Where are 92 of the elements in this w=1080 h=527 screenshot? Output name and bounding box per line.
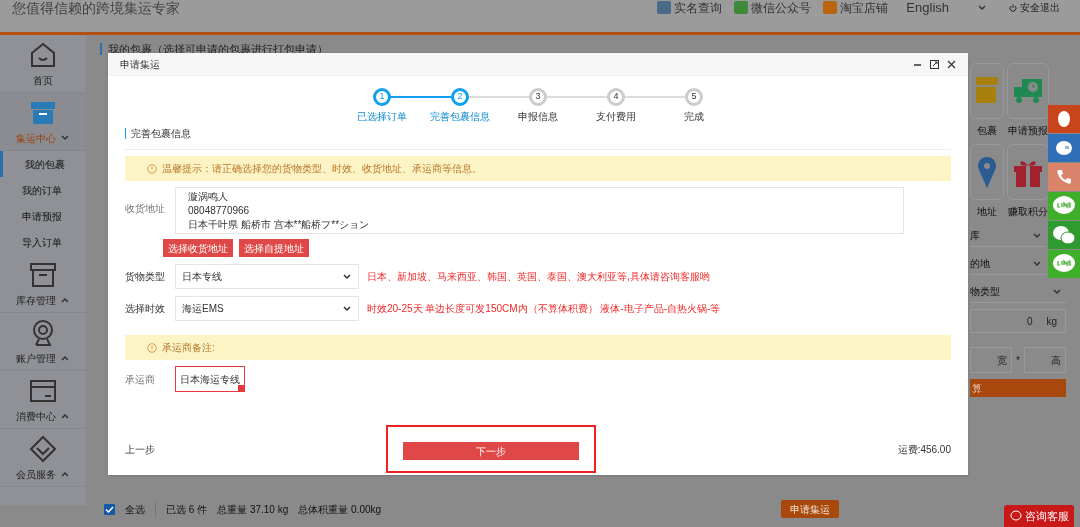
contact-button[interactable] <box>1048 221 1080 249</box>
next-button[interactable]: 下一步 <box>403 442 580 460</box>
step-label: 支付费用 <box>596 110 636 124</box>
select-field[interactable]: 库 <box>970 225 1046 247</box>
submenu-item[interactable]: 我的订单 <box>0 177 86 203</box>
apply-button[interactable]: 申请集运 <box>781 500 840 518</box>
header-link[interactable]: 实名查询 <box>657 0 723 17</box>
chevron-down-icon <box>342 271 352 282</box>
section-title: 完善包裹信息 <box>125 128 191 139</box>
field-note: 时效20-25天 单边长度可发150CM内（不算体积费） 液体-电子产品-自热火锅-等 <box>367 302 721 316</box>
contact-button[interactable] <box>1048 250 1080 278</box>
chevron-up-icon <box>60 469 70 479</box>
sidebar-item[interactable]: 会员服务 <box>0 429 86 487</box>
chat-bubble-icon <box>1009 510 1022 522</box>
contact-button[interactable] <box>1048 192 1080 220</box>
dialog-title: 申请集运 <box>120 57 160 72</box>
carrier-option[interactable]: 日本海运专线 <box>175 366 245 392</box>
line-logo-icon <box>1052 195 1076 217</box>
select-all-checkbox[interactable] <box>104 503 115 515</box>
step-label: 已选择订单 <box>357 110 407 124</box>
calculate-button[interactable]: 算 <box>970 379 1066 397</box>
selected-count: 已选 6 件 <box>166 502 208 517</box>
submenu-item[interactable]: 我的包裹 <box>0 151 86 177</box>
total-weight: 总重量 37.10 kg <box>217 502 289 517</box>
submenu-item[interactable]: 申请预报 <box>0 203 86 229</box>
diamond-icon <box>28 433 58 464</box>
select-all-label: 全选 <box>125 501 156 517</box>
sidebar-item[interactable]: 库存管理 <box>0 255 86 313</box>
chevron-down-icon <box>1052 286 1062 297</box>
shipping-fee: 运费:456.00 <box>897 442 951 457</box>
step-label: 完成 <box>684 110 704 124</box>
field-label: 货物类型 <box>125 270 166 284</box>
support-button[interactable]: 咨询客服 <box>1004 505 1074 527</box>
check-badge-icon <box>238 385 245 392</box>
field-label: 选择时效 <box>125 302 166 316</box>
chevron-down-icon <box>60 133 70 143</box>
notice-text: 温馨提示：请正确选择您的货物类型、时效、收货地址、承运商等信息。 <box>162 162 482 176</box>
step-label: 完善包裹信息 <box>430 110 490 124</box>
sidebar-item[interactable]: 账户管理 <box>0 313 86 371</box>
chat-bubble-icon <box>1055 140 1073 156</box>
chevron-up-icon <box>60 295 70 305</box>
chevron-down-icon <box>1032 258 1042 269</box>
field-label: 收货地址 <box>125 202 166 216</box>
truck-icon <box>1012 77 1044 105</box>
field-label: 承运商 <box>125 372 156 387</box>
shortcut-label: 包裹 <box>977 124 997 138</box>
header-link[interactable]: 微信公众号 <box>734 0 812 17</box>
sidebar-item[interactable]: 消费中心 <box>0 371 86 429</box>
chevron-up-icon <box>60 353 70 363</box>
select-field[interactable]: 的地 <box>970 253 1046 275</box>
slogan: 您值得信赖的跨境集运专家 <box>12 0 180 16</box>
phone-icon <box>1056 169 1072 185</box>
weight-field[interactable]: 0 kg <box>970 309 1066 333</box>
map-pin-icon <box>978 156 996 188</box>
notice-text: 承运商备注: <box>162 341 215 355</box>
contact-button[interactable] <box>1048 163 1080 191</box>
shortcut-label: 赚取积分 <box>1008 205 1048 219</box>
header-link[interactable]: 淘宝店铺 <box>823 0 889 17</box>
chevron-up-icon <box>60 411 70 421</box>
chevron-down-icon <box>1032 230 1042 241</box>
logout-link[interactable]: 安全退出 <box>1009 0 1060 16</box>
contact-button[interactable] <box>1048 105 1080 133</box>
maximize-icon[interactable] <box>930 59 939 69</box>
volume-weight: 总体积重量 0.00kg <box>298 502 382 517</box>
step-label: 申报信息 <box>518 110 558 124</box>
box-icon <box>976 77 998 105</box>
address-line: 日本千叶県 船桥市 宫本**船桥フ**ション <box>188 218 371 232</box>
chevron-down-icon <box>342 303 352 314</box>
submenu-item[interactable]: 导入订单 <box>0 229 86 255</box>
height-field[interactable]: 高 <box>1023 347 1066 373</box>
info-icon <box>147 163 157 174</box>
power-icon <box>1009 3 1017 12</box>
close-icon[interactable] <box>947 59 956 69</box>
address-line: 08048770966 <box>188 204 251 218</box>
multiply-sign: * <box>1016 353 1020 368</box>
chevron-down-icon <box>977 2 987 13</box>
shortcut-label: 地址 <box>977 205 997 219</box>
field-note: 日本、新加坡、马来西亚、韩国、英国、泰国、澳大利亚等,具体请咨询客服哟 <box>367 270 710 284</box>
select-field[interactable]: 海运EMS <box>175 296 359 321</box>
info-icon <box>147 342 157 353</box>
select-field[interactable]: 日本专线 <box>175 264 359 289</box>
previous-button[interactable]: 上一步 <box>125 441 155 457</box>
select-field[interactable]: 物类型 <box>970 281 1066 303</box>
contact-button[interactable] <box>1048 134 1080 162</box>
line-logo-icon <box>1052 253 1076 275</box>
address-button[interactable]: 选择自提地址 <box>239 239 309 257</box>
shortcut-card[interactable] <box>970 144 1004 200</box>
address-line: 漩涡鸣人 <box>188 190 229 204</box>
address-button[interactable]: 选择收货地址 <box>163 239 233 257</box>
width-field[interactable]: 宽 <box>970 347 1013 373</box>
shortcut-label: 申请预报 <box>1008 124 1048 138</box>
language-select[interactable]: English <box>906 0 987 18</box>
